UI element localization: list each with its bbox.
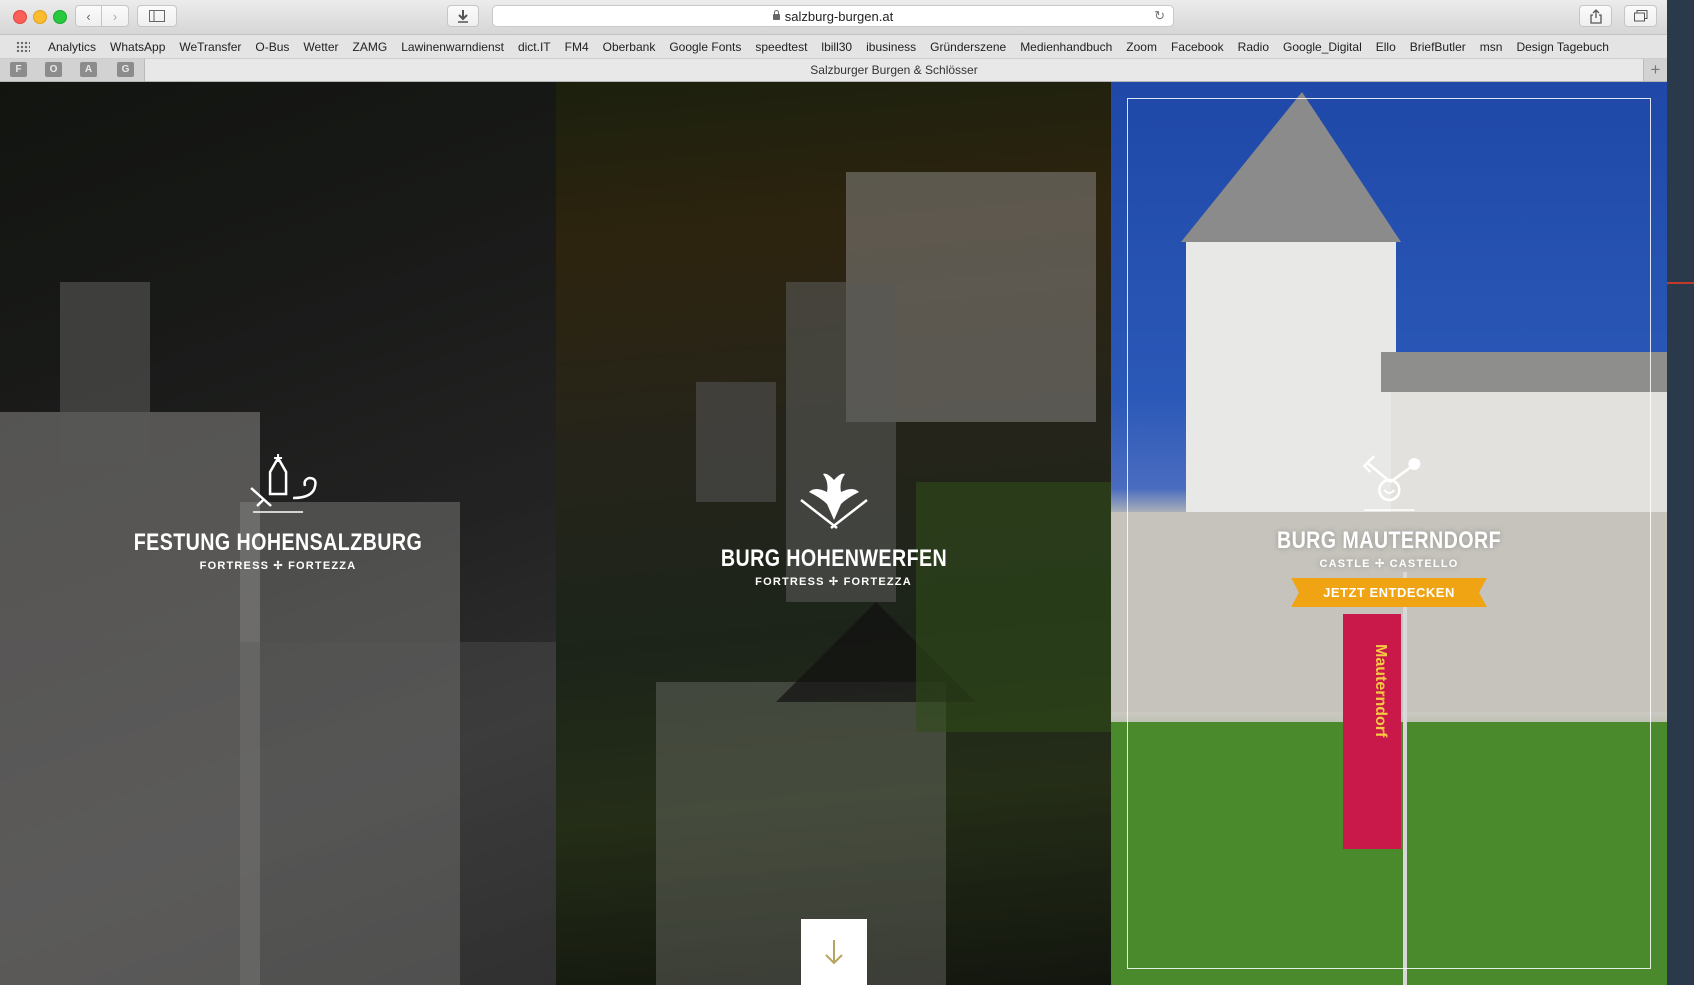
download-icon <box>458 10 468 23</box>
browser-toolbar: ‹ › salzburg-burgen.at ↻ <box>0 0 1667 35</box>
castle-panel-hohensalzburg[interactable]: FESTUNG HOHENSALZBURG FORTRESS ✢ FORTEZZ… <box>0 82 556 985</box>
castle-title: BURG HOHENWERFEN <box>720 545 947 572</box>
forward-button[interactable]: › <box>102 5 129 27</box>
share-button[interactable] <box>1579 5 1612 27</box>
chevron-right-icon: › <box>112 8 118 24</box>
salzburg-crest-icon <box>250 454 317 513</box>
sidebar-icon <box>149 10 165 22</box>
maximize-window-button[interactable] <box>53 10 67 24</box>
bookmark-item[interactable]: Wetter <box>303 40 338 54</box>
desktop-stripe <box>1667 282 1694 284</box>
castle-subtitle: FORTRESS ✢ FORTEZZA <box>199 560 357 572</box>
bookmark-item[interactable]: WhatsApp <box>110 40 165 54</box>
tabs-overview-icon <box>1633 10 1647 22</box>
show-tabs-button[interactable] <box>1624 5 1657 27</box>
pinned-tab[interactable]: G <box>117 62 134 77</box>
lock-icon <box>772 10 780 20</box>
browser-window: ‹ › salzburg-burgen.at ↻ Analytics Whats… <box>0 0 1667 985</box>
bookmark-item[interactable]: Gründerszene <box>930 40 1006 54</box>
share-icon <box>1589 8 1602 24</box>
bookmark-item[interactable]: Radio <box>1238 40 1269 54</box>
bookmark-item[interactable]: lbill30 <box>821 40 852 54</box>
bookmark-item[interactable]: Lawinenwarndienst <box>401 40 504 54</box>
castle-emblem[interactable]: BURG MAUTERNDORF CASTLE ✢ CASTELLO <box>1252 452 1525 570</box>
bookmark-item[interactable]: Oberbank <box>603 40 656 54</box>
sidebar-toggle-button[interactable] <box>137 5 177 27</box>
bookmark-item[interactable]: BriefButler <box>1410 40 1466 54</box>
minimize-window-button[interactable] <box>33 10 47 24</box>
url-text: salzburg-burgen.at <box>784 8 894 24</box>
castle-emblem[interactable]: BURG HOHENWERFEN FORTRESS ✢ FORTEZZA <box>696 470 972 588</box>
castle-subtitle: FORTRESS ✢ FORTEZZA <box>755 576 912 588</box>
bookmarks-bar: Analytics WhatsApp WeTransfer O-Bus Wett… <box>0 35 1667 59</box>
castle-title: FESTUNG HOHENSALZBURG <box>133 529 423 556</box>
reload-icon[interactable]: ↻ <box>1154 8 1165 24</box>
tab-bar: F O A G Salzburger Burgen & Schlösser + <box>0 59 1667 82</box>
bookmark-item[interactable]: msn <box>1480 40 1503 54</box>
arrow-down-icon <box>825 940 843 965</box>
bookmark-item[interactable]: Zoom <box>1126 40 1157 54</box>
scroll-down-button[interactable] <box>801 919 867 985</box>
bookmark-item[interactable]: Google Fonts <box>669 40 741 54</box>
castle-panel-hohenwerfen[interactable]: BURG HOHENWERFEN FORTRESS ✢ FORTEZZA <box>556 82 1111 985</box>
page-content: FESTUNG HOHENSALZBURG FORTRESS ✢ FORTEZZ… <box>0 82 1667 985</box>
castle-title: BURG MAUTERNDORF <box>1276 527 1502 554</box>
new-tab-button[interactable]: + <box>1644 59 1667 81</box>
bookmark-item[interactable]: Ello <box>1376 40 1396 54</box>
bookmark-item[interactable]: Analytics <box>48 40 96 54</box>
close-window-button[interactable] <box>13 10 27 24</box>
back-button[interactable]: ‹ <box>75 5 102 27</box>
bookmark-item[interactable]: dict.IT <box>518 40 551 54</box>
address-bar[interactable]: salzburg-burgen.at ↻ <box>492 5 1174 27</box>
bookmark-item[interactable]: FM4 <box>565 40 589 54</box>
chevron-left-icon: ‹ <box>86 8 91 24</box>
bookmark-item[interactable]: speedtest <box>755 40 807 54</box>
grid-icon[interactable] <box>16 41 30 52</box>
eagle-swords-icon <box>799 473 868 529</box>
active-tab[interactable]: Salzburger Burgen & Schlösser <box>144 59 1644 81</box>
pinned-tab[interactable]: A <box>80 62 97 77</box>
pinned-tab[interactable]: O <box>45 62 62 77</box>
bookmark-item[interactable]: WeTransfer <box>179 40 241 54</box>
bookmark-item[interactable]: Design Tagebuch <box>1516 40 1609 54</box>
downloads-button[interactable] <box>447 5 479 27</box>
pinned-tab[interactable]: F <box>10 62 27 77</box>
desktop-background <box>1667 0 1694 985</box>
bookmark-item[interactable]: Google_Digital <box>1283 40 1362 54</box>
mauterndorf-crest-icon <box>1362 455 1420 511</box>
bookmark-item[interactable]: ZAMG <box>353 40 388 54</box>
bookmark-item[interactable]: Medienhandbuch <box>1020 40 1112 54</box>
castle-emblem[interactable]: FESTUNG HOHENSALZBURG FORTRESS ✢ FORTEZZ… <box>102 454 454 572</box>
bookmark-item[interactable]: Facebook <box>1171 40 1224 54</box>
castle-subtitle: CASTLE ✢ CASTELLO <box>1319 558 1459 570</box>
bookmark-item[interactable]: O-Bus <box>255 40 289 54</box>
bookmark-item[interactable]: ibusiness <box>866 40 916 54</box>
discover-button[interactable]: JETZT ENTDECKEN <box>1291 578 1487 607</box>
tab-title: Salzburger Burgen & Schlösser <box>810 63 978 77</box>
castle-panel-mauterndorf[interactable]: Mauterndorf BURG MAUTERNDORF CASTLE ✢ CA… <box>1111 82 1667 985</box>
